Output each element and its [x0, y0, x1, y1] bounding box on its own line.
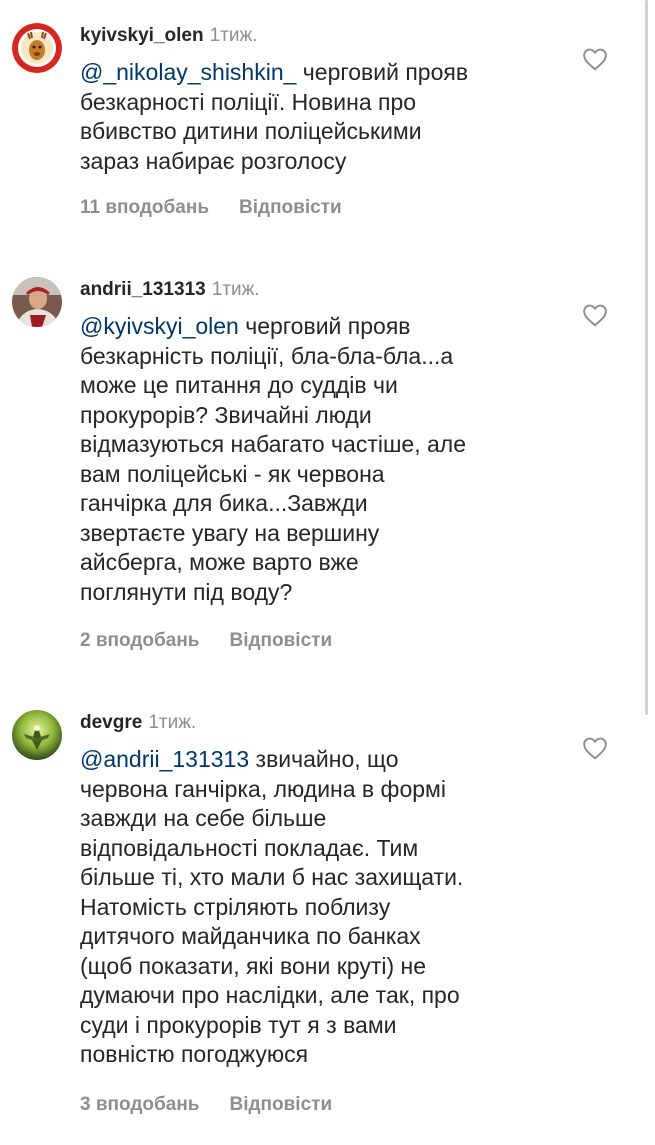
comment-line: вбивство дитини поліцейськими	[80, 118, 422, 144]
timestamp: 1тиж.	[148, 712, 197, 733]
comment-header: devgre 1тиж.	[80, 710, 196, 736]
comment-line: @kyivskyi_olen черговий прояв	[80, 313, 411, 339]
avatar[interactable]	[12, 710, 62, 760]
comment-text: @_nikolay_shishkin_ черговий прояв безка…	[80, 58, 580, 176]
comment-header: kyivskyi_olen 1тиж.	[80, 23, 257, 49]
comment-line: безкарність поліції, бла-бла-бла...а	[80, 342, 454, 369]
username[interactable]: andrii_131313	[80, 279, 206, 300]
mention-link[interactable]: @kyivskyi_olen	[80, 313, 239, 339]
comment-line: вам поліцейські - як червона	[80, 460, 385, 487]
comment-line: зараз набирає розголосу	[80, 147, 347, 174]
comment-actions: 11 вподобань Відповісти	[80, 195, 342, 221]
comment-line: може це питання до суддів чи	[80, 372, 398, 398]
timestamp: 1тиж.	[211, 279, 260, 300]
comment-line: @andrii_131313 звичайно, що	[80, 746, 399, 772]
comment-line: повністю погоджуюся	[80, 1041, 309, 1067]
comment-line: відмазуються набагато частіше, але	[80, 431, 466, 457]
comment-text: @kyivskyi_olen черговий прояв безкарніст…	[80, 312, 580, 607]
mention-link[interactable]: @_nikolay_shishkin_	[80, 59, 296, 85]
comment-line: суди і прокурорів тут я з вами	[80, 1011, 397, 1038]
reply-button[interactable]: Відповісти	[229, 630, 332, 651]
comment-line: @_nikolay_shishkin_ черговий прояв	[80, 59, 469, 85]
comment-line: звертаєте увагу на вершину	[80, 519, 380, 546]
likes-count[interactable]: 11 вподобань	[80, 197, 209, 218]
comment-line: думаючи про наслідки, але так, про	[80, 982, 460, 1008]
comment-line: безкарності поліції. Новина про	[80, 88, 417, 115]
comment-line: завжди на себе більше	[80, 805, 327, 831]
timestamp: 1тиж.	[209, 25, 258, 46]
username[interactable]: devgre	[80, 712, 142, 733]
comment-line: червона ганчірка, людина в формі	[80, 775, 446, 802]
avatar-photo-icon	[12, 710, 62, 760]
scrollbar[interactable]	[645, 0, 648, 715]
comment-text: @andrii_131313 звичайно, що червона ганч…	[80, 745, 580, 1070]
comment-line: більше ті, хто мали б нас захищати.	[80, 864, 464, 890]
avatar[interactable]	[12, 277, 62, 327]
reply-button[interactable]: Відповісти	[239, 197, 342, 218]
mention-link[interactable]: @andrii_131313	[80, 746, 249, 772]
heart-outline-icon[interactable]	[582, 303, 608, 327]
comment-actions: 2 вподобань Відповісти	[80, 628, 332, 654]
heart-outline-icon[interactable]	[582, 736, 608, 760]
comment-line: відповідальності покладає. Тим	[80, 834, 419, 861]
comment-actions: 3 вподобань Відповісти	[80, 1092, 332, 1118]
comment-line: поглянути під воду?	[80, 578, 293, 605]
comment-line: Натомість стріляють поблизу	[80, 893, 391, 920]
username[interactable]: kyivskyi_olen	[80, 25, 204, 46]
avatar-photo-icon	[12, 277, 62, 327]
likes-count[interactable]: 3 вподобань	[80, 1094, 199, 1115]
avatar[interactable]	[12, 23, 62, 73]
comment-line: ганчірка для бика...Завжди	[80, 490, 368, 516]
comment-line: айсберга, може варто вже	[80, 549, 359, 575]
avatar-logo-icon	[12, 23, 62, 73]
comment-line: прокурорів? Звичайні люди	[80, 401, 372, 428]
reply-button[interactable]: Відповісти	[229, 1094, 332, 1115]
comment-line: дитячого майданчика по банках	[80, 923, 421, 949]
heart-outline-icon[interactable]	[582, 47, 608, 71]
comment-header: andrii_131313 1тиж.	[80, 277, 260, 303]
likes-count[interactable]: 2 вподобань	[80, 630, 199, 651]
comment-line: (щоб показати, які вони круті) не	[80, 952, 427, 979]
